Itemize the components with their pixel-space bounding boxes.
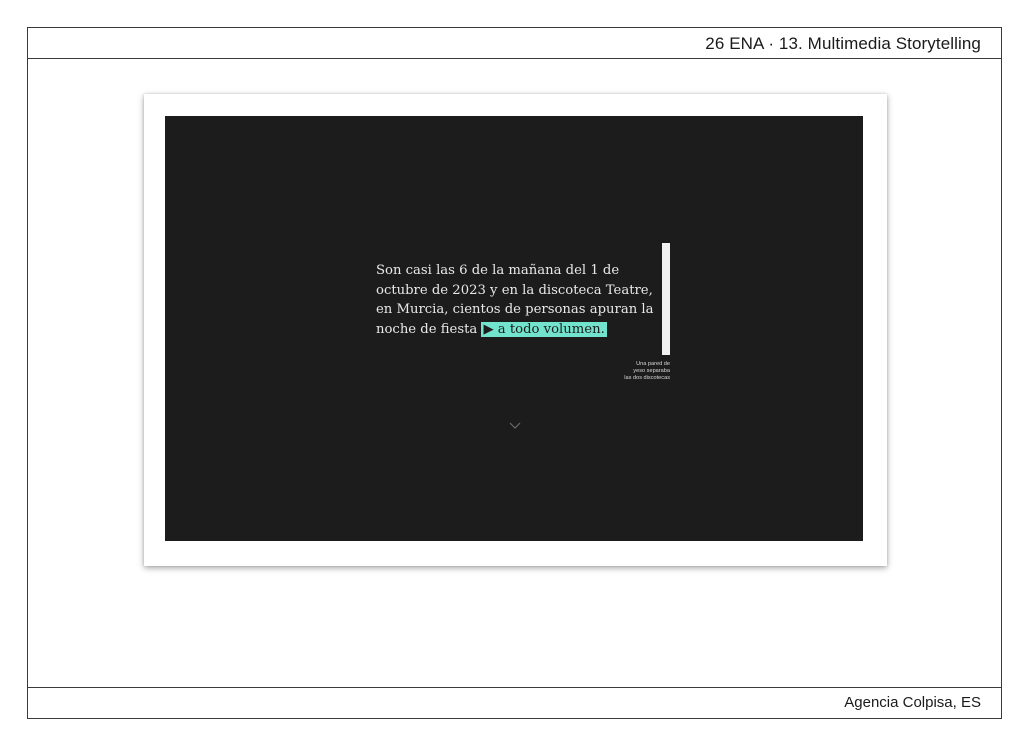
screenshot-card: Son casi las 6 de la mañana del 1 de octu… [144, 94, 887, 566]
story-line: en Murcia, cientos de personas apuran la [376, 302, 654, 317]
wall-marker [662, 243, 670, 355]
story-screen: Son casi las 6 de la mañana del 1 de octu… [165, 116, 863, 541]
story-intro-text: Son casi las 6 de la mañana del 1 de octu… [376, 261, 666, 339]
slide-header: 26 ENA · 13. Multimedia Storytelling [28, 28, 1001, 59]
slide-footer: Agencia Colpisa, ES [28, 687, 1001, 718]
wall-caption: Una pared de yeso separaba las dos disco… [605, 361, 670, 383]
wall-caption-line: Una pared de [636, 361, 670, 367]
wall-caption-line: yeso separaba [633, 368, 670, 375]
story-line: octubre de 2023 y en la discoteca Teatre… [376, 282, 653, 298]
chevron-down-icon [509, 422, 521, 429]
story-line: noche de fiesta [376, 321, 482, 337]
story-line: Son casi las 6 de la mañana del 1 de [376, 263, 620, 278]
audio-play-link[interactable]: ▶ a todo volumen. [481, 321, 607, 337]
wall-caption-line: las dos discotecas [624, 375, 670, 382]
scroll-down-button[interactable] [508, 418, 522, 429]
slide-title: 26 ENA · 13. Multimedia Storytelling [705, 34, 981, 53]
source-credit: Agencia Colpisa, ES [844, 694, 981, 711]
